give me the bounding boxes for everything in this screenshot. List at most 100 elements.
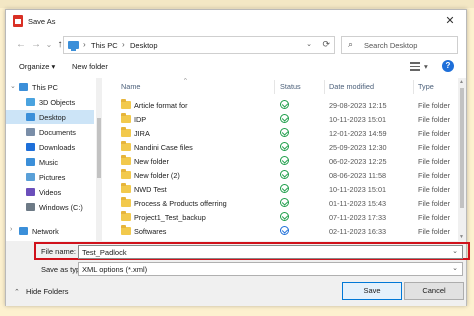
search-box[interactable]: ⌕ Search Desktop [341,36,458,54]
save-as-type-select[interactable]: XML options (*.xml) ⌄ [78,262,463,276]
address-bar[interactable]: › This PC › Desktop ⌄ ⟳ [63,36,335,54]
table-row[interactable]: Project1_Test_backup 07-11-2023 17:33 Fi… [104,211,450,223]
sidebar-item-label: Desktop [39,113,66,122]
scrollbar-thumb[interactable] [97,118,101,178]
view-options-icon[interactable] [410,62,420,71]
save-fields-panel: File name: Test_Padlock ⌄ Save as type: … [6,241,470,277]
file-type: File folder [418,143,451,152]
folder-icon [121,127,131,137]
refresh-icon[interactable]: ⟳ [322,39,330,50]
folder-icon [121,99,131,109]
hide-folders-button[interactable]: ⌃ Hide Folders [14,287,69,296]
file-date: 12-01-2023 14:59 [329,129,387,138]
sidebar-item-network[interactable]: › Network [6,224,94,238]
app-icon [13,15,23,27]
column-divider[interactable] [274,80,275,94]
scrollbar-thumb[interactable] [460,88,464,208]
sort-caret-icon: ^ [184,78,187,84]
sidebar-item-label: Pictures [39,173,66,182]
sidebar-item-label: Downloads [39,143,76,152]
file-date: 01-11-2023 15:43 [329,199,387,208]
file-name-input[interactable]: Test_Padlock ⌄ [78,245,463,259]
table-row[interactable]: JIRA 12-01-2023 14:59 File folder [104,127,450,139]
table-row[interactable]: Nandini Case files 25-09-2023 12:30 File… [104,141,450,153]
column-divider[interactable] [324,80,325,94]
table-row[interactable]: NWD Test 10-11-2023 15:01 File folder [104,183,450,195]
view-options-caret-icon[interactable]: ▾ [424,62,428,71]
file-name-dropdown-icon[interactable]: ⌄ [452,247,458,255]
table-row[interactable]: Softwares 02-11-2023 16:33 File folder [104,225,450,237]
file-name-label: File name: [41,247,77,256]
organize-button[interactable]: Organize ▾ [19,62,55,71]
synced-check-icon [280,212,289,221]
sidebar-item-label: Music [39,158,59,167]
new-folder-button[interactable]: New folder [72,62,108,71]
file-date: 10-11-2023 15:01 [329,185,387,194]
breadcrumb-this-pc[interactable]: This PC [91,41,118,50]
search-placeholder: Search Desktop [364,41,418,50]
folder-icon [121,169,131,179]
sidebar-item-label: Documents [39,128,76,137]
close-icon[interactable]: ✕ [438,12,462,30]
file-name: Softwares [134,227,167,236]
synced-check-icon [280,128,289,137]
back-arrow-icon[interactable]: ← [14,37,28,53]
network-icon [19,227,28,235]
sidebar-item-3d-objects[interactable]: 3D Objects [6,95,94,109]
title-bar: Save As ✕ [6,10,466,32]
file-type: File folder [418,101,451,110]
breadcrumb-separator-icon: › [122,40,125,49]
sidebar-item-this-pc[interactable]: ⌄ This PC [6,80,94,94]
table-row[interactable]: Process & Products offerring 01-11-2023 … [104,197,450,209]
table-row[interactable]: New folder 06-02-2023 12:25 File folder [104,155,450,167]
folder-icon [121,225,131,235]
forward-arrow-icon[interactable]: → [29,37,43,53]
cancel-button[interactable]: Cancel [404,282,464,300]
column-header-type[interactable]: Type [418,82,434,91]
synced-check-icon [280,170,289,179]
file-date: 06-02-2023 12:25 [329,157,387,166]
videos-icon [26,188,35,196]
hide-folders-label: Hide Folders [25,287,69,296]
sidebar-item-desktop[interactable]: Desktop [6,110,94,124]
sidebar-item-windows-c[interactable]: Windows (C:) [6,200,94,214]
file-list-scrollbar[interactable]: ▲ ▼ [458,78,466,241]
breadcrumb-desktop[interactable]: Desktop [130,41,158,50]
save-as-type-value: XML options (*.xml) [82,265,148,274]
synced-check-icon [280,142,289,151]
synced-check-icon [280,114,289,123]
file-name: IDP [134,115,147,124]
column-header-name[interactable]: Name [121,82,140,91]
sidebar-item-documents[interactable]: Documents [6,125,94,139]
synced-check-icon [280,100,289,109]
save-button[interactable]: Save [342,282,402,300]
expand-chevron-icon[interactable]: › [10,226,12,233]
scroll-down-arrow-icon[interactable]: ▼ [459,234,464,240]
table-row[interactable]: New folder (2) 08-06-2023 11:58 File fol… [104,169,450,181]
column-header-status[interactable]: Status [280,82,301,91]
navigation-pane: ⌄ This PC 3D Objects Desktop Documents D… [6,78,100,241]
file-name: Project1_Test_backup [134,213,206,222]
sidebar-item-pictures[interactable]: Pictures [6,170,94,184]
collapse-chevron-icon[interactable]: ⌄ [10,82,16,90]
sidebar-item-videos[interactable]: Videos [6,185,94,199]
table-row[interactable]: Article format for 29-08-2023 12:15 File… [104,99,450,111]
scroll-up-arrow-icon[interactable]: ▲ [459,79,464,85]
this-pc-icon [68,41,79,51]
sidebar-item-music[interactable]: Music [6,155,94,169]
help-icon[interactable]: ? [442,60,454,72]
file-type: File folder [418,129,451,138]
sidebar-item-downloads[interactable]: Downloads [6,140,94,154]
file-date: 10-11-2023 15:01 [329,115,387,124]
file-type: File folder [418,227,451,236]
file-date: 07-11-2023 17:33 [329,213,387,222]
folder-icon [121,211,131,221]
table-row[interactable]: IDP 10-11-2023 15:01 File folder [104,113,450,125]
column-divider[interactable] [413,80,414,94]
column-header-date-modified[interactable]: Date modified [329,82,374,91]
music-icon [26,158,35,166]
address-dropdown-icon[interactable]: ⌄ [306,40,312,48]
file-list: ^ Name Status Date modified Type Article… [104,78,466,241]
navigation-pane-scrollbar[interactable] [96,78,102,241]
save-as-type-dropdown-icon[interactable]: ⌄ [452,264,458,272]
